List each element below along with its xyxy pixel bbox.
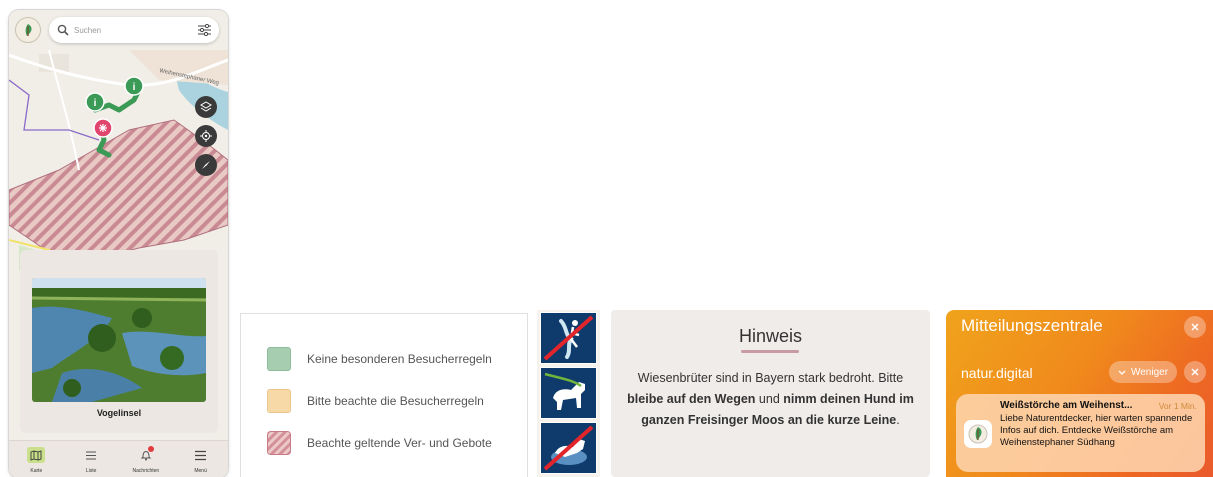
app-group-label: natur.digital xyxy=(961,365,1033,381)
legend-label: Bitte beachte die Besucherregeln xyxy=(307,394,484,408)
clear-group-button[interactable] xyxy=(1184,361,1206,383)
bottom-navigation: Karte Liste Nachrichten Menü xyxy=(9,440,228,477)
info-pin[interactable]: i xyxy=(85,92,105,112)
legend-label: Keine besonderen Besucherregeln xyxy=(307,352,492,366)
app-logo-icon xyxy=(964,420,992,448)
locate-icon xyxy=(200,130,212,142)
hinweis-title: Hinweis xyxy=(738,326,803,346)
svg-text:i: i xyxy=(94,98,97,109)
nav-item-liste[interactable]: Liste xyxy=(64,441,119,477)
hinweis-panel: Hinweis Wiesenbrüter sind in Bayern star… xyxy=(611,310,930,477)
bird-poi-pin[interactable] xyxy=(93,118,113,138)
locate-button[interactable] xyxy=(195,125,217,147)
notification-title: Weißstörche am Weihenst... xyxy=(1000,400,1133,411)
hinweis-text-part: . xyxy=(896,413,900,427)
close-icon xyxy=(1191,368,1199,376)
no-dog-off-leash-icon xyxy=(540,422,597,474)
search-icon xyxy=(57,24,69,36)
phone-screen: Weihenstephaner Weg i i Suchen Vogelinse… xyxy=(9,10,228,477)
legend-label: Beachte geltende Ver- und Gebote xyxy=(307,436,492,450)
nav-label: Menü xyxy=(194,468,207,474)
nav-item-menu[interactable]: Menü xyxy=(173,441,228,477)
legend-swatch-green xyxy=(267,347,291,371)
compass-button[interactable] xyxy=(195,154,217,176)
hinweis-bold-part: bleibe auf den Wegen xyxy=(627,392,756,406)
poi-photo xyxy=(32,278,206,402)
menu-icon xyxy=(192,447,210,463)
nav-label: Liste xyxy=(85,468,97,474)
layers-button[interactable] xyxy=(195,96,217,118)
search-bar[interactable]: Suchen xyxy=(49,17,219,43)
compass-icon xyxy=(202,161,210,169)
app-logo-icon[interactable] xyxy=(15,17,41,43)
legend-swatch-orange xyxy=(267,389,291,413)
no-entry-wetland-icon xyxy=(540,312,597,364)
layers-icon xyxy=(200,101,212,112)
list-icon xyxy=(82,447,100,463)
notification-body: Liebe Naturentdecker, hier warten spanne… xyxy=(1000,413,1193,448)
info-pin[interactable]: i xyxy=(124,76,144,96)
nav-label: Karte xyxy=(30,468,43,474)
notification-center-title: Mitteilungszentrale xyxy=(961,316,1103,335)
search-input[interactable]: Suchen xyxy=(74,26,198,35)
close-icon xyxy=(1191,323,1199,331)
dog-on-leash-icon xyxy=(540,367,597,419)
legend-item: Beachte geltende Ver- und Gebote xyxy=(267,431,492,455)
show-less-label: Weniger xyxy=(1130,366,1169,378)
nav-item-karte[interactable]: Karte xyxy=(9,441,64,477)
title-underline xyxy=(741,350,799,353)
rule-signs xyxy=(537,310,600,477)
chevron-down-icon xyxy=(1118,370,1126,375)
notification-card[interactable]: Weißstörche am Weihenst... Vor 1 Min. Li… xyxy=(956,394,1205,472)
bell-icon xyxy=(137,446,155,463)
show-less-button[interactable]: Weniger xyxy=(1109,361,1177,383)
close-all-button[interactable] xyxy=(1184,316,1206,338)
hinweis-text: Wiesenbrüter sind in Bayern stark bedroh… xyxy=(621,368,920,431)
top-bar: Suchen xyxy=(9,10,228,50)
legend-swatch-hatched xyxy=(267,431,291,455)
notification-center: Mitteilungszentrale natur.digital Wenige… xyxy=(946,310,1213,477)
svg-text:i: i xyxy=(133,82,136,93)
poi-title: Vogelinsel xyxy=(96,408,142,418)
nav-item-nachrichten[interactable]: Nachrichten xyxy=(119,441,174,477)
nav-label: Nachrichten xyxy=(132,468,160,474)
hinweis-text-part: und xyxy=(755,392,784,406)
hinweis-bold-part: kurze Leine xyxy=(823,413,897,427)
notification-badge xyxy=(147,446,154,452)
map-legend: Keine besonderen Besucherregeln Bitte be… xyxy=(240,313,528,477)
legend-item: Keine besonderen Besucherregeln xyxy=(267,347,492,371)
filter-icon[interactable] xyxy=(198,24,211,36)
map-icon xyxy=(27,447,46,463)
notification-time: Vor 1 Min. xyxy=(1158,401,1197,411)
hinweis-text-part: Wiesenbrüter sind in Bayern stark bedroh… xyxy=(637,371,904,385)
legend-item: Bitte beachte die Besucherregeln xyxy=(267,389,484,413)
poi-card[interactable]: Vogelinsel xyxy=(20,250,218,433)
